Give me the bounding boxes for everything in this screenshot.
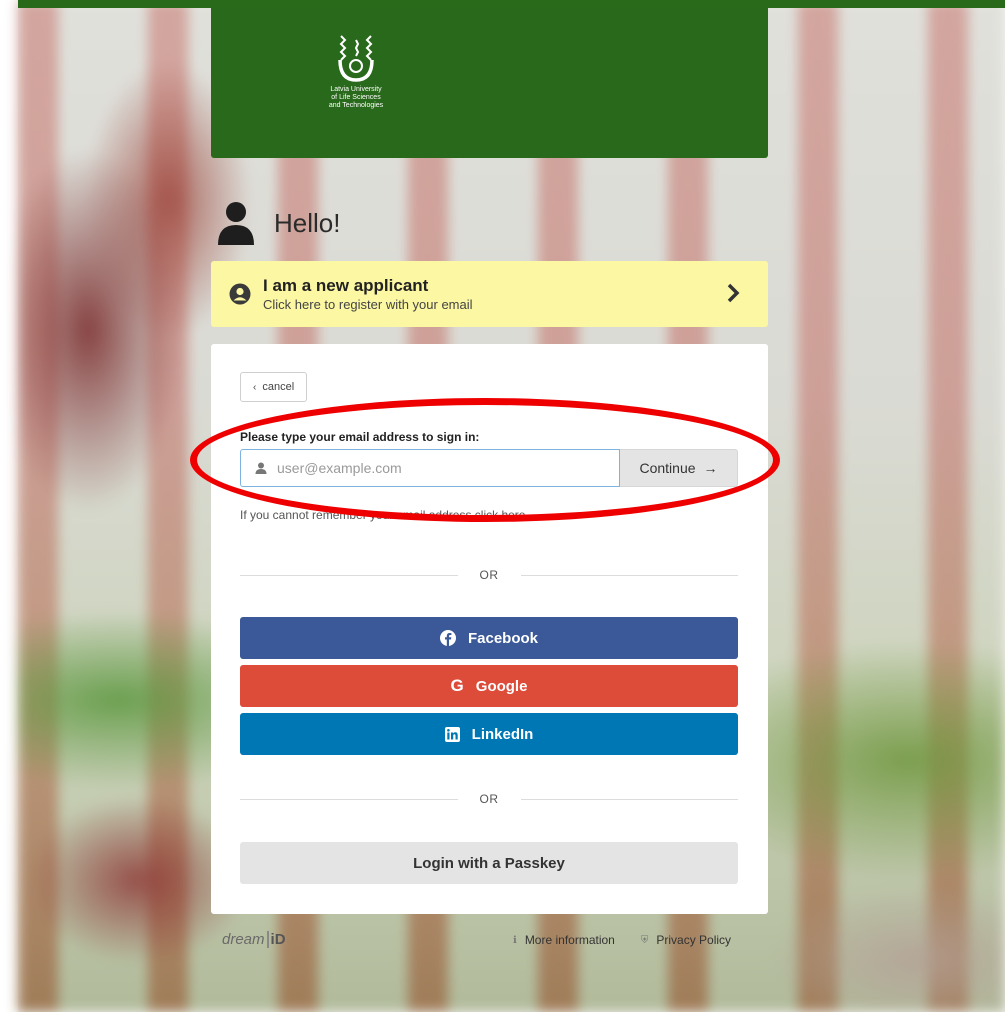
email-field-wrapper <box>240 449 620 487</box>
logo-text-line-1: Latvia University <box>330 86 382 93</box>
logo-text-line-3: and Technologies <box>328 102 384 109</box>
logo-text-line-2: of Life Sciences <box>331 94 381 101</box>
greeting-title: Hello! <box>274 207 341 238</box>
continue-button[interactable]: Continue → <box>620 449 738 487</box>
left-margin <box>0 0 18 1012</box>
more-information-label: More information <box>524 933 615 947</box>
info-icon: ℹ <box>513 934 517 946</box>
signin-card: ‹ cancel Please type your email address … <box>211 344 768 914</box>
cancel-label: cancel <box>262 381 295 393</box>
email-row: Continue → <box>240 449 738 487</box>
chevron-left-icon: ‹ <box>253 381 257 393</box>
linkedin-button[interactable]: LinkedIn <box>240 713 738 755</box>
facebook-button[interactable]: Facebook <box>240 617 738 659</box>
or-label: OR <box>479 792 499 806</box>
forgot-email-text[interactable]: If you cannot remember your email addres… <box>240 508 525 522</box>
dreamid-brand-text: dream <box>222 931 265 948</box>
privacy-policy-link[interactable]: ⛨ Privacy Policy <box>641 933 731 947</box>
user-icon <box>218 202 254 245</box>
header-banner: Latvia University of Life Sciences and T… <box>211 8 768 158</box>
google-label: Google <box>475 677 528 695</box>
or-divider-1: OR <box>240 567 738 583</box>
user-small-icon <box>255 462 267 474</box>
linkedin-icon <box>444 726 460 742</box>
shield-icon: ⛨ <box>640 934 649 946</box>
top-accent-bar <box>18 0 1005 8</box>
footer-links: ℹ More information ⛨ Privacy Policy <box>513 933 731 947</box>
facebook-icon <box>439 630 456 646</box>
new-applicant-subtitle: Click here to register with your email <box>263 297 473 312</box>
email-input[interactable] <box>275 459 599 477</box>
continue-label: Continue <box>639 460 696 476</box>
more-information-link[interactable]: ℹ More information <box>513 933 615 947</box>
chevron-right-icon <box>727 283 740 303</box>
privacy-policy-label: Privacy Policy <box>656 933 732 947</box>
google-icon: G <box>450 676 464 695</box>
cancel-button[interactable]: ‹ cancel <box>240 372 308 402</box>
arrow-right-icon: → <box>703 460 718 476</box>
or-label: OR <box>479 568 499 582</box>
dreamid-brand-id: iD <box>266 931 286 948</box>
linkedin-label: LinkedIn <box>471 725 534 743</box>
passkey-button[interactable]: Login with a Passkey <box>240 842 738 884</box>
dreamid-logo: dream iD <box>222 931 286 948</box>
university-logo: Latvia University of Life Sciences and T… <box>311 34 401 110</box>
user-circle-icon <box>229 283 251 305</box>
facebook-label: Facebook <box>467 629 539 647</box>
or-divider-2: OR <box>240 791 738 807</box>
greeting: Hello! <box>216 200 340 246</box>
new-applicant-button[interactable]: I am a new applicant Click here to regis… <box>211 261 768 327</box>
passkey-label: Login with a Passkey <box>413 854 565 872</box>
email-prompt: Please type your email address to sign i… <box>240 430 480 444</box>
new-applicant-title: I am a new applicant <box>263 276 429 295</box>
google-button[interactable]: G Google <box>240 665 738 707</box>
university-crest-icon <box>338 35 374 82</box>
